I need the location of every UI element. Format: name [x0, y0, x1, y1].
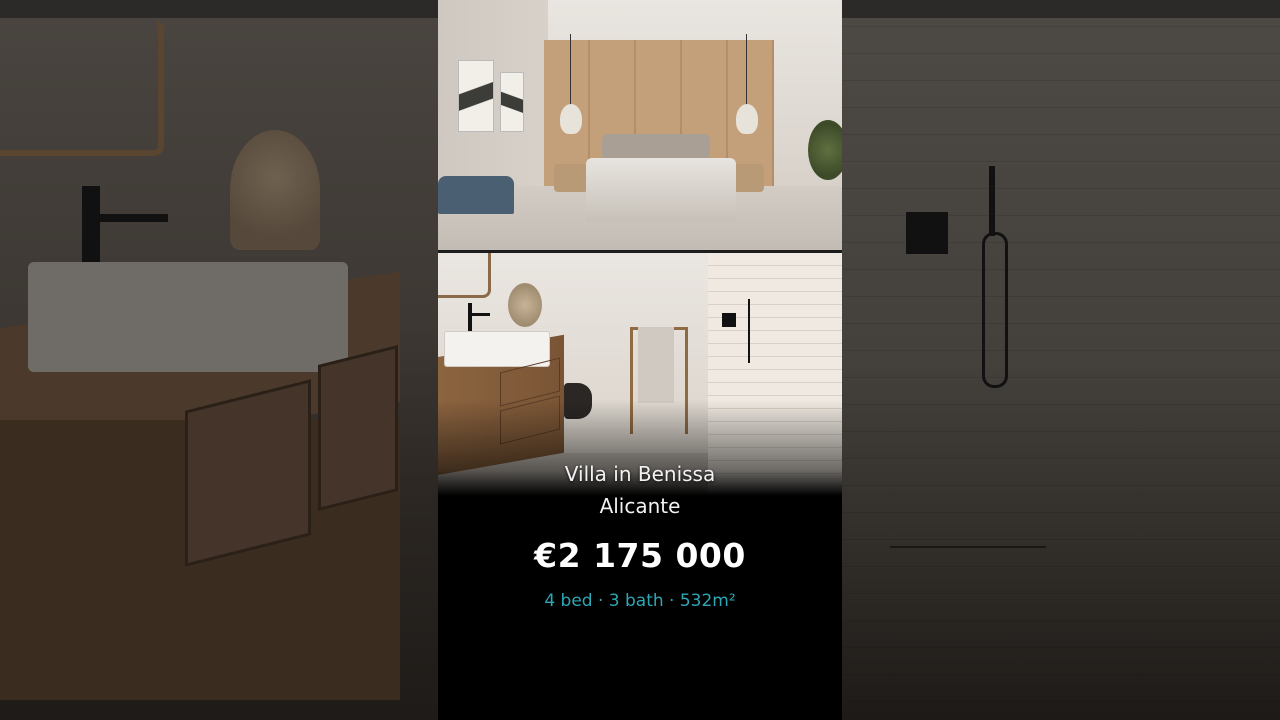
listing-info: Villa in Benissa Alicante €2 175 000 4 b…: [438, 458, 842, 614]
towel: [638, 327, 674, 403]
soap-niche: [906, 212, 948, 254]
shower-hose: [982, 232, 1008, 388]
listing-title: Villa in Benissa: [564, 462, 716, 486]
shower-fixture: [989, 166, 995, 236]
faucet-spout: [470, 313, 490, 316]
background-right-blurred-shower: [842, 0, 1280, 720]
faucet-spout: [92, 214, 168, 222]
pendant-lamp: [560, 104, 582, 134]
sink-basin: [444, 331, 550, 367]
wall-art: [458, 60, 494, 132]
plant: [808, 120, 842, 180]
nightstand: [554, 164, 588, 192]
listing-region: Alicante: [599, 494, 681, 518]
bed: [586, 158, 736, 222]
background-left-blurred-bathroom: [0, 0, 438, 720]
dried-grass-vase: [230, 130, 320, 250]
lamp-cord: [746, 34, 747, 106]
video-panel[interactable]: Villa in Benissa Alicante €2 175 000 4 b…: [438, 0, 842, 720]
shower-drain: [890, 546, 1046, 548]
mirror-frame: [438, 253, 491, 298]
bedroom-photo: [438, 0, 842, 250]
listing-price: €2 175 000: [534, 536, 746, 575]
vanity-drawer: [185, 379, 311, 567]
listing-specs: 4 bed · 3 bath · 532m²: [544, 591, 736, 611]
lamp-cord: [570, 34, 571, 106]
vanity-drawer: [318, 345, 398, 511]
mirror-frame: [0, 20, 164, 156]
sink-basin: [28, 262, 348, 372]
armchair: [438, 176, 514, 214]
wall-art: [500, 72, 524, 132]
top-bar: [842, 0, 1280, 18]
soap-niche: [722, 313, 736, 327]
pendant-lamp: [736, 104, 758, 134]
top-bar: [0, 0, 438, 18]
dried-grass-vase: [508, 283, 542, 327]
shower-fixture: [748, 299, 750, 363]
